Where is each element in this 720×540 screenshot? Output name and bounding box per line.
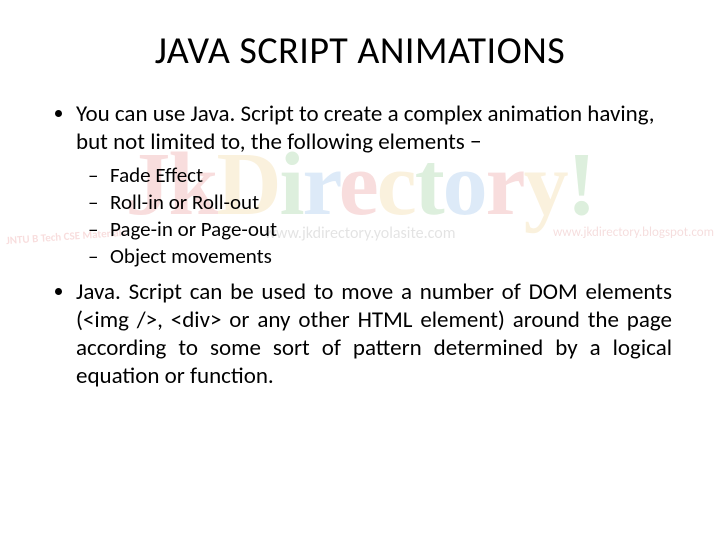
sub-bullet-list: Fade Effect Roll-in or Roll-out Page-in … [76,162,672,270]
bullet-item: You can use Java. Script to create a com… [76,100,672,270]
sub-bullet-item: Roll-in or Roll-out [110,189,672,216]
bullet-text: You can use Java. Script to create a com… [76,100,655,156]
sub-bullet-item: Fade Effect [110,162,672,189]
slide: JAVA SCRIPT ANIMATIONS You can use Java.… [0,0,720,540]
bullet-item: Java. Script can be used to move a numbe… [76,278,672,390]
sub-bullet-item: Object movements [110,243,672,270]
bullet-list: You can use Java. Script to create a com… [48,100,672,390]
sub-bullet-item: Page-in or Page-out [110,216,672,243]
slide-title: JAVA SCRIPT ANIMATIONS [48,28,672,74]
